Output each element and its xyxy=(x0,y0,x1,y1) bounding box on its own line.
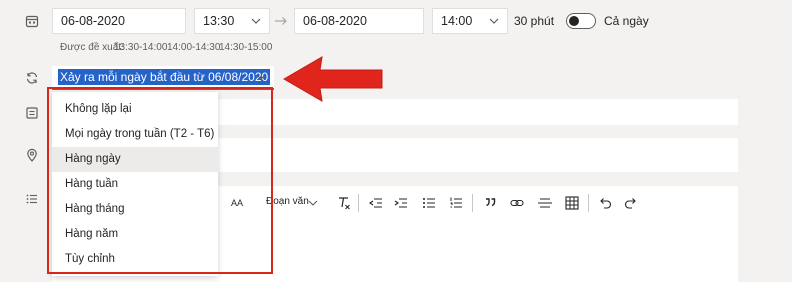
chevron-down-icon xyxy=(251,18,261,24)
chevron-down-icon xyxy=(256,74,266,80)
horizontal-line-icon[interactable] xyxy=(537,195,553,211)
details-icon xyxy=(26,194,37,204)
repeat-selected-value: Xảy ra mỗi ngày bắt đầu từ 06/08/2020 xyxy=(58,69,271,85)
chevron-down-icon xyxy=(308,200,318,206)
end-time-select[interactable]: 14:00 xyxy=(432,8,508,34)
end-time-value: 14:00 xyxy=(441,14,473,28)
all-day-toggle[interactable] xyxy=(566,13,596,29)
suggested-slot[interactable]: 13:30-14:00 xyxy=(114,42,167,53)
link-icon[interactable] xyxy=(509,195,525,211)
clear-formatting-icon[interactable] xyxy=(336,195,352,211)
toolbar-divider xyxy=(472,194,473,212)
end-date-field[interactable]: 06-08-2020 xyxy=(294,8,424,34)
start-time-value: 13:30 xyxy=(203,14,235,28)
toolbar-divider xyxy=(588,194,589,212)
bullet-list-icon[interactable] xyxy=(421,195,437,211)
numbered-list-icon[interactable] xyxy=(448,195,464,211)
toggle-knob xyxy=(569,16,579,26)
increase-indent-icon[interactable] xyxy=(393,195,409,211)
start-date-value: 06-08-2020 xyxy=(61,14,125,28)
annotation-arrow-icon xyxy=(283,56,383,102)
undo-icon[interactable] xyxy=(597,195,613,211)
start-time-select[interactable]: 13:30 xyxy=(194,8,270,34)
chevron-down-icon xyxy=(489,18,499,24)
calendar-icon xyxy=(25,15,39,28)
all-day-label: Cả ngày xyxy=(604,14,649,28)
room-icon xyxy=(26,107,38,119)
table-icon[interactable] xyxy=(564,195,580,211)
location-icon xyxy=(27,148,37,162)
decrease-indent-icon[interactable] xyxy=(368,195,384,211)
suggested-slot[interactable]: 14:30-15:00 xyxy=(219,42,272,53)
toolbar-divider xyxy=(358,194,359,212)
redo-icon[interactable] xyxy=(623,195,639,211)
start-date-field[interactable]: 06-08-2020 xyxy=(52,8,186,34)
suggested-slot[interactable]: 14:00-14:30 xyxy=(167,42,220,53)
end-date-value: 06-08-2020 xyxy=(303,14,367,28)
annotation-highlight-box xyxy=(47,87,273,274)
duration-label: 30 phút xyxy=(514,14,555,28)
repeat-icon xyxy=(26,72,38,84)
quote-icon[interactable] xyxy=(483,195,497,211)
arrow-right-icon xyxy=(275,17,287,25)
